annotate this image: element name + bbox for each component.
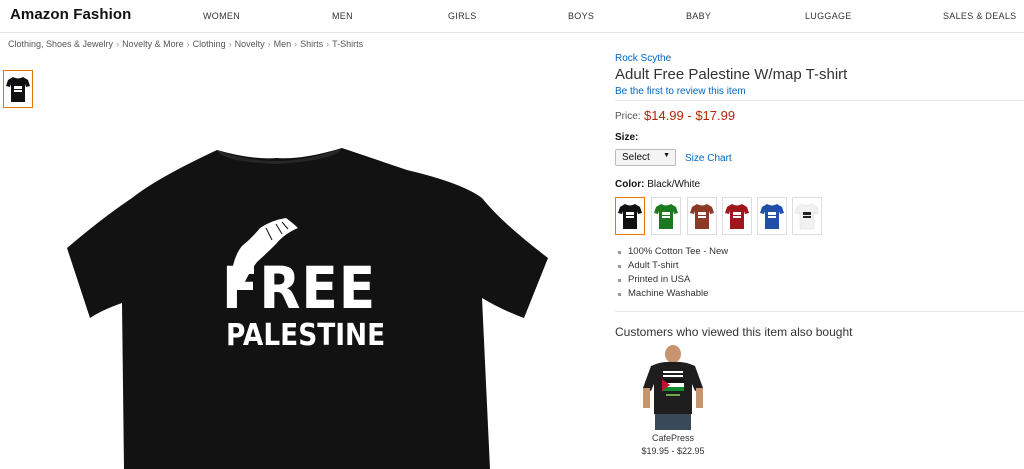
nav-luggage[interactable]: LUGGAGE (805, 11, 852, 21)
breadcrumb-item[interactable]: Novelty & More (122, 39, 184, 49)
color-label-row: Color: Black/White (615, 179, 700, 190)
nav-sales-deals[interactable]: SALES & DEALS (943, 11, 1016, 21)
breadcrumb-separator: › (186, 39, 190, 49)
nav-baby[interactable]: BABY (686, 11, 711, 21)
color-swatch-green[interactable] (651, 197, 681, 235)
divider (615, 100, 1024, 101)
also-bought-item-price: $19.95 - $22.95 (641, 446, 705, 456)
tshirt-swatch-icon (760, 204, 784, 229)
size-label: Size: (615, 132, 639, 143)
breadcrumb-separator: › (228, 39, 232, 49)
dropdown-caret-icon: ▼ (663, 152, 670, 159)
person-in-tshirt-image (643, 345, 703, 430)
also-bought-product-image[interactable] (637, 344, 709, 430)
color-swatch-brown[interactable] (687, 197, 717, 235)
also-bought-heading: Customers who viewed this item also boug… (615, 325, 853, 339)
review-link[interactable]: Be the first to review this item (615, 86, 746, 97)
feature-bullets: 100% Cotton Tee - New Adult T-shirt Prin… (618, 245, 728, 301)
size-dropdown[interactable]: Select ▼ (615, 149, 676, 166)
nav-women[interactable]: WOMEN (203, 11, 240, 21)
color-swatch-blue[interactable] (757, 197, 787, 235)
price-label: Price: (615, 111, 641, 122)
brand-link[interactable]: Rock Scythe (615, 53, 671, 64)
breadcrumb-item[interactable]: Clothing, Shoes & Jewelry (8, 39, 113, 49)
color-swatch-white[interactable] (792, 197, 822, 235)
breadcrumb-item[interactable]: Novelty (235, 39, 265, 49)
tshirt-swatch-icon (690, 204, 714, 229)
color-swatch-red[interactable] (722, 197, 752, 235)
nav-men[interactable]: MEN (332, 11, 353, 21)
main-product-image[interactable]: FREE PALESTINE (62, 128, 552, 469)
color-swatch-black[interactable] (615, 197, 645, 235)
breadcrumb-item[interactable]: Men (274, 39, 292, 49)
tshirt-swatch-icon (725, 204, 749, 229)
price-value: $14.99 - $17.99 (644, 108, 736, 123)
nav-girls[interactable]: GIRLS (448, 11, 477, 21)
breadcrumb-separator: › (116, 39, 120, 49)
breadcrumb-separator: › (267, 39, 271, 49)
tshirt-thumbnail-icon (6, 77, 30, 102)
shirt-print-line2: PALESTINE (226, 318, 386, 353)
size-selected-value: Select (622, 152, 650, 163)
breadcrumb-separator: › (326, 39, 330, 49)
breadcrumb-item[interactable]: T-Shirts (332, 39, 363, 49)
nav-boys[interactable]: BOYS (568, 11, 594, 21)
tshirt-swatch-icon (618, 204, 642, 229)
breadcrumb: Clothing, Shoes & Jewelry › Novelty & More… (8, 39, 363, 49)
feature-bullet: 100% Cotton Tee - New (618, 245, 728, 259)
product-thumbnail[interactable] (3, 70, 33, 108)
tshirt-swatch-icon (654, 204, 678, 229)
also-bought-item-name[interactable]: CafePress (643, 433, 703, 443)
color-value: Black/White (647, 179, 701, 190)
top-navigation: Amazon Fashion WOMEN MEN GIRLS BOYS BABY… (0, 0, 1024, 33)
size-chart-link[interactable]: Size Chart (685, 153, 732, 164)
color-label: Color: (615, 179, 645, 190)
tshirt-swatch-icon (794, 203, 820, 230)
feature-bullet: Machine Washable (618, 287, 728, 301)
brand-logo[interactable]: Amazon Fashion (10, 6, 131, 23)
breadcrumb-separator: › (294, 39, 298, 49)
feature-bullet: Adult T-shirt (618, 259, 728, 273)
divider (615, 311, 1024, 312)
breadcrumb-item[interactable]: Clothing (193, 39, 226, 49)
shirt-print-line1: FREE (222, 254, 377, 322)
feature-bullet: Printed in USA (618, 273, 728, 287)
product-title: Adult Free Palestine W/map T-shirt (615, 66, 848, 83)
breadcrumb-item[interactable]: Shirts (300, 39, 323, 49)
